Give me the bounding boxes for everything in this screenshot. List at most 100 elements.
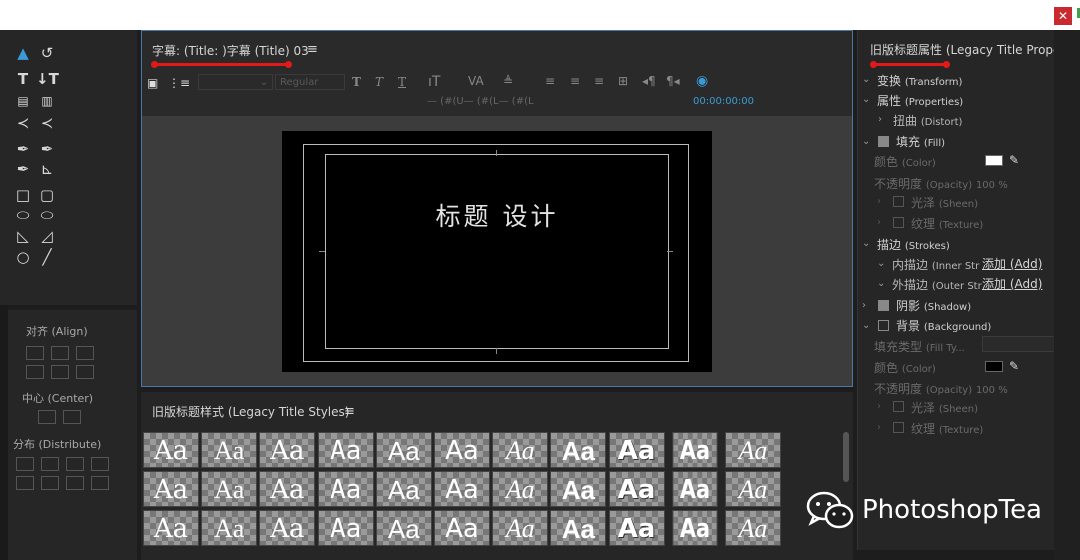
style-swatch[interactable]: Aa xyxy=(672,510,718,546)
eyedropper-icon[interactable]: ✎ xyxy=(1009,359,1019,373)
delete-anchor-icon[interactable]: ✒ xyxy=(36,140,58,158)
distribute-middle-icon[interactable] xyxy=(41,476,59,490)
rounded-rectangle-icon[interactable]: ▢ xyxy=(36,186,58,204)
close-button[interactable]: ✕ xyxy=(1054,7,1072,25)
italic-icon[interactable]: T xyxy=(375,75,383,89)
underline-icon[interactable]: T xyxy=(398,75,406,89)
distort-section[interactable]: 扭曲 (Distort) xyxy=(893,112,962,129)
panel-menu-icon[interactable]: ≡ xyxy=(307,42,318,57)
arc-icon[interactable]: ◿ xyxy=(36,227,58,245)
distribute-h-space-icon[interactable] xyxy=(91,457,109,471)
background-checkbox[interactable] xyxy=(878,320,889,331)
fill-color-swatch[interactable] xyxy=(985,155,1003,166)
distribute-center-icon[interactable] xyxy=(41,457,59,471)
distribute-right-icon[interactable] xyxy=(66,457,84,471)
add-anchor-icon[interactable]: ✒ xyxy=(12,160,34,178)
chevron-right-icon[interactable]: › xyxy=(862,300,866,311)
align-center-h-icon[interactable] xyxy=(51,346,69,360)
path-type-icon[interactable]: ≺ xyxy=(12,114,34,132)
style-swatch[interactable]: Aa xyxy=(143,510,199,546)
distribute-top-icon[interactable] xyxy=(16,476,34,490)
title-text-object[interactable]: 标题 设计 xyxy=(282,197,712,233)
clipped-rectangle-icon[interactable]: ⬭ xyxy=(12,206,34,224)
bg-texture-checkbox[interactable] xyxy=(893,422,904,433)
style-swatch[interactable]: Aa xyxy=(375,432,432,468)
style-swatch[interactable]: Aa xyxy=(375,510,432,546)
sheen-checkbox[interactable] xyxy=(893,196,904,207)
style-swatch[interactable]: Aa xyxy=(259,510,316,546)
align-center-v-icon[interactable] xyxy=(51,365,69,379)
font-style-dropdown[interactable]: Regular xyxy=(275,74,345,90)
properties-section[interactable]: 属性 (Properties) xyxy=(877,92,963,109)
bg-sheen-checkbox[interactable] xyxy=(893,401,904,412)
kerning-icon[interactable]: VA xyxy=(468,74,484,88)
paragraph-right-icon[interactable]: ¶◂ xyxy=(666,74,680,88)
style-swatch[interactable]: Aa xyxy=(259,471,316,507)
align-bottom-icon[interactable] xyxy=(76,365,94,379)
style-swatch[interactable]: Aa xyxy=(317,471,374,507)
pen-icon[interactable]: ✒ xyxy=(12,140,34,158)
style-swatch[interactable]: Aa xyxy=(608,510,665,546)
chevron-down-icon[interactable]: ⌄ xyxy=(862,74,870,85)
style-swatch[interactable]: Aa xyxy=(725,471,781,507)
title-panel-tab[interactable]: 字幕: (Title: )字幕 (Title) 03 xyxy=(152,42,309,59)
align-left-icon[interactable] xyxy=(26,346,44,360)
eyedropper-icon[interactable]: ✎ xyxy=(1009,153,1019,167)
bold-icon[interactable]: T xyxy=(352,75,361,89)
style-swatch[interactable]: Aa xyxy=(672,471,718,507)
align-center-text-icon[interactable]: ≡ xyxy=(570,74,580,88)
distribute-left-icon[interactable] xyxy=(16,457,34,471)
chevron-down-icon[interactable]: ⌄ xyxy=(877,278,885,289)
style-swatch[interactable]: Aa xyxy=(434,510,490,546)
style-swatch[interactable]: Aa xyxy=(143,471,199,507)
align-left-text-icon[interactable]: ≡ xyxy=(545,74,555,88)
chevron-right-icon[interactable]: › xyxy=(878,114,882,125)
inner-stroke-add-link[interactable]: 添加 (Add) xyxy=(982,255,1042,272)
center-v-icon[interactable] xyxy=(63,410,81,424)
ellipse-icon[interactable]: ○ xyxy=(12,248,34,266)
distribute-v-space-icon[interactable] xyxy=(91,476,109,490)
styles-menu-icon[interactable]: ≡ xyxy=(344,404,355,419)
wedge-icon[interactable]: ◺ xyxy=(12,227,34,245)
align-right-icon[interactable] xyxy=(76,346,94,360)
style-swatch[interactable]: Aa xyxy=(550,432,607,468)
strokes-section[interactable]: 描边 (Strokes) xyxy=(877,236,950,253)
texture-checkbox[interactable] xyxy=(893,217,904,228)
style-swatch[interactable]: Aa xyxy=(608,432,665,468)
center-h-icon[interactable] xyxy=(38,410,56,424)
style-swatch[interactable]: Aa xyxy=(725,510,781,546)
fill-section[interactable]: 填充 (Fill) xyxy=(896,133,945,150)
vertical-area-type-icon[interactable]: ▥ xyxy=(36,92,58,110)
style-swatch[interactable]: Aa xyxy=(317,510,374,546)
chevron-down-icon[interactable]: ⌄ xyxy=(877,258,885,269)
distribute-bottom-icon[interactable] xyxy=(66,476,84,490)
area-type-icon[interactable]: ▤ xyxy=(12,92,34,110)
shadow-section[interactable]: 阴影 (Shadow) xyxy=(896,297,971,314)
shadow-checkbox[interactable] xyxy=(878,300,889,311)
roll-crawl-options-icon[interactable]: ⋮≡ xyxy=(168,76,190,90)
type-icon[interactable]: T xyxy=(12,70,34,88)
style-swatch[interactable]: Aa xyxy=(317,432,374,468)
style-swatch[interactable]: Aa xyxy=(143,432,199,468)
tab-stops-icon[interactable]: ⊞ xyxy=(618,74,628,88)
style-swatch[interactable]: Aa xyxy=(608,471,665,507)
font-size-icon[interactable]: ıT xyxy=(428,74,440,90)
chevron-right-icon[interactable]: › xyxy=(877,401,881,412)
rotate-icon[interactable]: ↺ xyxy=(36,44,58,62)
style-swatch[interactable]: Aa xyxy=(492,432,549,468)
selection-arrow-icon[interactable]: ▲ xyxy=(12,44,34,62)
timecode[interactable]: 00:00:00:00 xyxy=(693,96,754,107)
style-swatch[interactable]: Aa xyxy=(492,510,549,546)
leading-icon[interactable]: ≜ xyxy=(503,74,513,88)
line-icon[interactable]: ╱ xyxy=(36,248,58,266)
style-swatch[interactable]: Aa xyxy=(550,471,607,507)
video-preview[interactable]: 标题 设计 xyxy=(282,131,712,372)
styles-scrollbar[interactable] xyxy=(843,432,849,482)
vertical-path-type-icon[interactable]: ≺ xyxy=(36,114,58,132)
fill-checkbox[interactable] xyxy=(878,136,889,147)
style-swatch[interactable]: Aa xyxy=(434,471,490,507)
transform-section[interactable]: 变换 (Transform) xyxy=(877,72,962,89)
paragraph-left-icon[interactable]: ◂¶ xyxy=(642,74,656,88)
new-title-icon[interactable]: ▣ xyxy=(147,76,158,90)
convert-anchor-icon[interactable]: ⊾ xyxy=(36,160,58,178)
